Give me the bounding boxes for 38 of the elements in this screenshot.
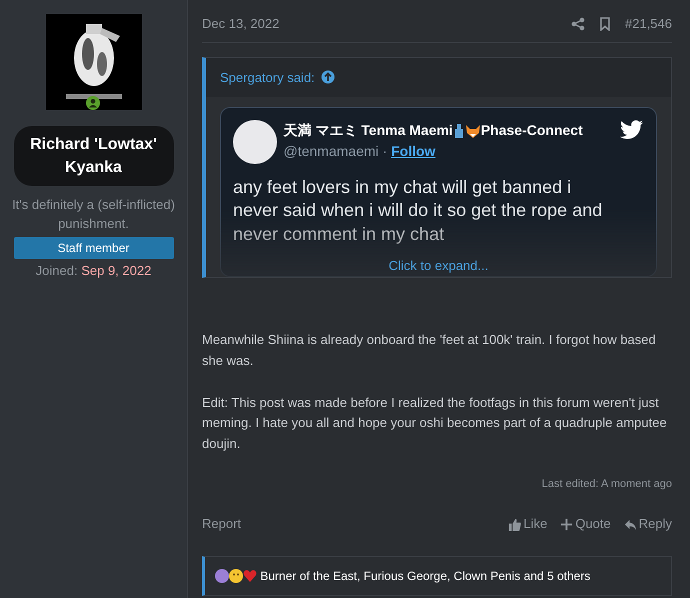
joined-label: Joined: [36, 262, 78, 278]
bookmark-icon[interactable] [598, 16, 612, 31]
separator-dot: · [382, 143, 388, 159]
tweet-text: any feet lovers in my chat will get banned i [233, 176, 572, 199]
tweet-handle: @tenmamaemi [284, 143, 379, 159]
tweet-author-affiliation: Phase-Connect [480, 121, 583, 140]
avatar-icon [215, 568, 229, 583]
tweet-text: never said when i will do it so get the rope and [233, 199, 604, 222]
reactions-text[interactable]: Burner of the East, Furious George, Clown Penis and 5 others [260, 566, 590, 585]
expand-link[interactable]: Click to expand... [388, 258, 488, 272]
user-title: It's definitely a (self-inflicted) punishment. [11, 196, 176, 233]
plus-icon [560, 518, 574, 531]
share-icon[interactable] [571, 16, 585, 31]
bird-icon [620, 120, 644, 140]
follow-link[interactable]: Follow [391, 143, 436, 159]
thinking-face-icon [229, 568, 243, 583]
quote-attribution[interactable]: Spergatory said: [220, 68, 315, 87]
tweet-text: never comment in my chat [233, 222, 446, 246]
arrow-up-icon[interactable] [320, 70, 335, 84]
post-number[interactable]: #21,546 [625, 14, 672, 34]
post-paragraph: Meanwhile Shiina is already onboard the 'feet at 100k' train. I forgot how based she was. [202, 331, 657, 370]
avatar-icon [233, 120, 277, 164]
thumbs-up-icon [508, 518, 522, 531]
reply-icon [624, 518, 637, 531]
username-label[interactable]: Richard 'Lowtax' Kyanka [14, 126, 174, 186]
quote-button[interactable]: Quote [560, 514, 611, 534]
post-paragraph: Edit: This post was made before I realized the footfags in this forum weren't just meming. I hate you all and hope your oshi becomes part of a quadruple amputee doujin. [202, 394, 668, 454]
reply-button[interactable]: Reply [624, 514, 672, 534]
heart-icon [243, 568, 257, 583]
like-button[interactable]: Like [508, 514, 548, 534]
report-link[interactable]: Report [202, 514, 242, 534]
joined-date: Sep 9, 2022 [81, 262, 152, 278]
post-date[interactable]: Dec 13, 2022 [202, 14, 280, 34]
fox-icon [464, 122, 481, 138]
tweet-author-name: 天満 マエミ Tenma Maemi [284, 121, 453, 140]
bottle-icon [452, 122, 465, 138]
last-edited-note: Last edited: A moment ago [542, 478, 672, 490]
staff-banner: Staff member [14, 236, 174, 259]
